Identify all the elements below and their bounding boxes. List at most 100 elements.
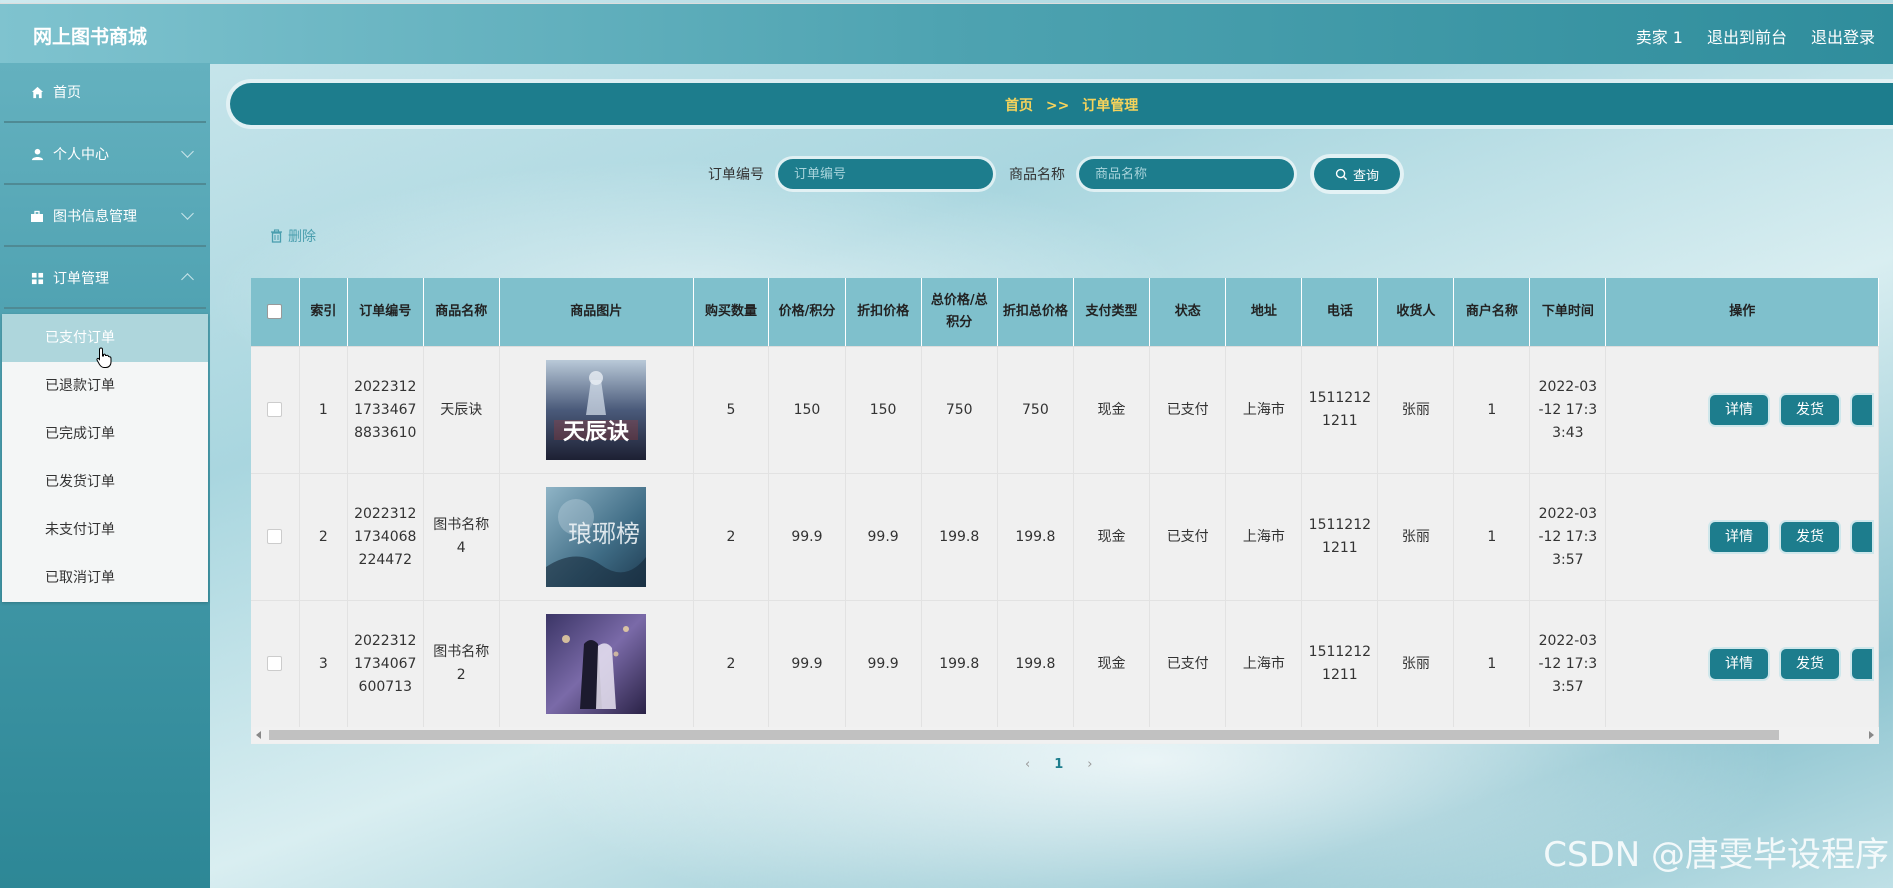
sidebar-item-label: 首页	[53, 85, 81, 101]
pagination: ‹ 1 ›	[1025, 757, 1092, 772]
breadcrumb: 首页 >> 订单管理	[230, 83, 1893, 125]
breadcrumb-separator: >>	[1045, 98, 1070, 114]
row-checkbox[interactable]	[267, 656, 283, 671]
submenu-refunded-orders[interactable]: 已退款订单	[2, 362, 208, 410]
sidebar-item-profile[interactable]: 个人中心	[4, 125, 206, 185]
cell-order-no: 20223121734067 600713	[347, 600, 424, 728]
briefcase-icon	[30, 209, 44, 223]
search-bar: 订单编号 商品名称 查询	[708, 158, 1400, 190]
cell-price: 99.9	[768, 473, 846, 601]
column-header: 支付类型	[1073, 278, 1151, 347]
cell-index: 3	[299, 600, 348, 728]
detail-button[interactable]: 详情	[1710, 522, 1768, 552]
detail-button[interactable]: 详情	[1710, 395, 1768, 425]
column-header: 商品名称	[423, 278, 500, 347]
book-cover-image: 天辰诀	[546, 360, 647, 460]
cell-merchant: 1	[1453, 346, 1531, 474]
ship-button[interactable]: 发货	[1781, 522, 1839, 552]
select-all-cell	[251, 278, 300, 347]
scrollbar-thumb[interactable]	[269, 730, 1779, 740]
hand-cursor-icon	[96, 347, 112, 368]
logout-link[interactable]: 退出登录	[1811, 24, 1875, 48]
cell-receiver: 张丽	[1377, 473, 1455, 601]
column-header: 状态	[1149, 278, 1227, 347]
cell-status: 已支付	[1149, 473, 1227, 601]
cell-status: 已支付	[1149, 346, 1227, 474]
delete-button[interactable]: 删除	[270, 226, 316, 246]
cell-phone: 15112121211	[1301, 600, 1379, 728]
column-header: 折扣价格	[845, 278, 922, 347]
detail-button[interactable]: 详情	[1710, 649, 1768, 679]
watermark: CSDN @唐雯毕设程序	[1543, 835, 1889, 875]
column-header: 操作	[1605, 278, 1879, 347]
table-row[interactable]: 3 20223121734067 600713 图书名称2 2 99.9 99.…	[251, 600, 1879, 728]
more-button[interactable]	[1852, 522, 1872, 552]
book-cover-image: 琅琊榜	[546, 487, 647, 587]
column-header: 地址	[1225, 278, 1303, 347]
more-button[interactable]	[1852, 395, 1872, 425]
column-header: 订单编号	[347, 278, 424, 347]
product-name-input[interactable]	[1079, 159, 1294, 189]
home-icon	[30, 85, 44, 99]
cell-order-no: 20223121733467 8833610	[347, 346, 424, 474]
user-icon	[30, 147, 44, 161]
cell-discount-total: 199.8	[997, 473, 1074, 601]
cell-time: 2022-03-12 17:33:43	[1529, 346, 1607, 474]
cell-pay-type: 现金	[1073, 600, 1151, 728]
query-button[interactable]: 查询	[1314, 158, 1400, 190]
cell-name: 图书名称2	[423, 600, 500, 728]
column-header: 商品图片	[499, 278, 694, 347]
top-links: 卖家 1 退出到前台 退出登录	[1636, 24, 1875, 48]
page-number[interactable]: 1	[1054, 757, 1063, 772]
query-button-label: 查询	[1352, 168, 1379, 184]
table-row[interactable]: 1 20223121733467 8833610 天辰诀 天辰诀 5 150 1…	[251, 346, 1879, 474]
more-button[interactable]	[1852, 649, 1872, 679]
sidebar-item-label: 图书信息管理	[53, 209, 137, 225]
trash-icon	[270, 229, 283, 243]
next-page-icon[interactable]: ›	[1087, 757, 1092, 772]
cell-price: 99.9	[768, 600, 846, 728]
order-no-input[interactable]	[778, 159, 993, 189]
column-header: 索引	[299, 278, 348, 347]
column-header: 电话	[1301, 278, 1379, 347]
product-name-label: 商品名称	[1009, 167, 1065, 183]
sidebar-item-orders[interactable]: 订单管理	[4, 249, 206, 309]
ship-button[interactable]: 发货	[1781, 395, 1839, 425]
grid-icon	[30, 271, 44, 285]
sidebar-item-home[interactable]: 首页	[4, 63, 206, 123]
submenu-cancelled-orders[interactable]: 已取消订单	[2, 554, 208, 602]
breadcrumb-home[interactable]: 首页	[1005, 98, 1033, 114]
cell-index: 1	[299, 346, 348, 474]
cell-total: 199.8	[921, 600, 998, 728]
column-header: 总价格/总积分	[921, 278, 998, 347]
cell-total: 199.8	[921, 473, 998, 601]
cell-receiver: 张丽	[1377, 600, 1455, 728]
sidebar-item-book-info[interactable]: 图书信息管理	[4, 187, 206, 247]
table-row[interactable]: 2 20223121734068 224472 图书名称4 琅琊榜 2 99.9…	[251, 473, 1879, 601]
submenu-completed-orders[interactable]: 已完成订单	[2, 410, 208, 458]
submenu-unpaid-orders[interactable]: 未支付订单	[2, 506, 208, 554]
column-header: 折扣总价格	[997, 278, 1074, 347]
cell-address: 上海市	[1225, 473, 1303, 601]
scroll-right-icon[interactable]	[1869, 731, 1874, 739]
column-header: 价格/积分	[768, 278, 846, 347]
cell-total: 750	[921, 346, 998, 474]
cell-address: 上海市	[1225, 600, 1303, 728]
delete-button-label: 删除	[288, 229, 316, 245]
chevron-down-icon	[181, 145, 194, 158]
row-checkbox[interactable]	[267, 402, 283, 417]
back-to-front-link[interactable]: 退出到前台	[1707, 24, 1787, 48]
cell-name: 图书名称4	[423, 473, 500, 601]
prev-page-icon[interactable]: ‹	[1025, 757, 1030, 772]
select-all-checkbox[interactable]	[267, 304, 283, 319]
scroll-left-icon[interactable]	[256, 731, 261, 739]
submenu-shipped-orders[interactable]: 已发货订单	[2, 458, 208, 506]
cell-index: 2	[299, 473, 348, 601]
horizontal-scrollbar[interactable]	[251, 727, 1879, 743]
sidebar-item-label: 订单管理	[53, 271, 109, 287]
cell-phone: 15112121211	[1301, 473, 1379, 601]
current-user[interactable]: 卖家 1	[1636, 24, 1683, 48]
ship-button[interactable]: 发货	[1781, 649, 1839, 679]
cell-receiver: 张丽	[1377, 346, 1455, 474]
row-checkbox[interactable]	[267, 529, 283, 544]
